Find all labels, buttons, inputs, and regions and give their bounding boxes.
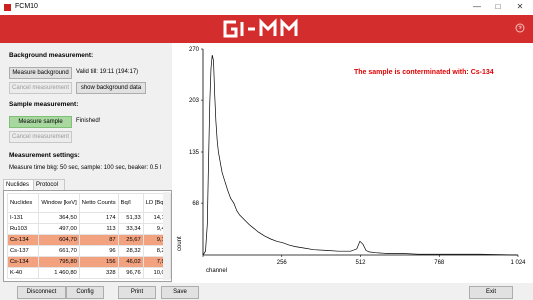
tab-protocol[interactable]: Protocol [33, 179, 65, 190]
table-cell: Cs-134 [6, 256, 40, 268]
cancel-background-button[interactable]: Cancel measurement [9, 82, 72, 94]
tab-nuclides[interactable]: Nuclides [3, 179, 37, 190]
x-tick-label: 768 [434, 260, 445, 266]
help-icon[interactable] [515, 23, 525, 33]
table-cell: 87 [78, 234, 119, 246]
y-axis-label: count [177, 236, 183, 251]
measure-sample-button[interactable]: Measure sample [9, 116, 72, 128]
table-cell: 28,32 [117, 245, 144, 257]
spectrum-chart: 68 135 203 270 256 512 768 1 024 channel count [177, 47, 526, 274]
disconnect-button[interactable]: Disconnect [17, 286, 66, 299]
table-cell: 497,00 [38, 223, 80, 235]
title-bar: FCM10 — □ ✕ [0, 0, 533, 15]
settings-section-title: Measurement settings: [9, 152, 80, 159]
sample-section-title: Sample measurement: [9, 101, 79, 108]
table-cell: 156 [78, 256, 119, 268]
y-tick-label: 68 [192, 201, 199, 207]
table-cell: 661,70 [38, 245, 80, 257]
table-cell: 364,50 [38, 212, 80, 224]
header-banner [0, 15, 533, 43]
table-cell: 46,02 [117, 256, 144, 268]
x-tick-label: 256 [277, 260, 288, 266]
table-cell: 1 460,80 [38, 267, 80, 279]
x-tick-label: 512 [355, 260, 366, 266]
y-tick-label: 270 [189, 47, 200, 53]
table-cell: Cs-134 [6, 234, 40, 246]
app-icon [4, 4, 11, 11]
table-cell: 174 [78, 212, 119, 224]
x-tick-label: 1 024 [510, 260, 526, 266]
maximize-icon[interactable]: □ [491, 1, 505, 13]
column-header-netto-counts[interactable]: Netto Counts [78, 193, 119, 213]
minimize-icon[interactable]: — [470, 1, 484, 13]
table-cell: 795,80 [38, 256, 80, 268]
nuclide-table-container: Nuclides Window [keV] Netto Counts Bq/l … [3, 190, 172, 282]
table-row[interactable]: Cs-134604,708725,679,15 [6, 234, 171, 246]
table-row[interactable]: Ru103497,0011333,349,44 [6, 223, 171, 235]
table-row[interactable]: Cs-134795,8015646,027,97 [6, 256, 171, 268]
table-cell: 96,76 [117, 267, 144, 279]
exit-button[interactable]: Exit [469, 286, 513, 299]
y-tick-label: 203 [189, 98, 200, 104]
close-icon[interactable]: ✕ [513, 1, 527, 13]
bottom-toolbar: Disconnect Config Print Save Exit [0, 283, 533, 300]
window-title: FCM10 [15, 3, 38, 10]
table-cell: 51,33 [117, 212, 144, 224]
background-valid-till: Valid till: 19:11 (194:17) [76, 69, 139, 75]
table-cell: 96 [78, 245, 119, 257]
spectrum-line [202, 55, 519, 256]
table-cell: 113 [78, 223, 119, 235]
table-row[interactable]: Cs-137661,709628,328,26 [6, 245, 171, 257]
y-tick-label: 135 [189, 150, 200, 156]
table-row[interactable]: K-40 1 460,80 328 96,76 10,03 [6, 267, 171, 279]
config-button[interactable]: Config [66, 286, 104, 299]
table-cell: 604,70 [38, 234, 80, 246]
table-row[interactable]: I-131 364,50 174 51,33 14,16 [6, 212, 171, 224]
column-header-bql[interactable]: Bq/l [117, 193, 144, 213]
column-header-window[interactable]: Window [keV] [38, 193, 80, 213]
table-cell: 328 [78, 267, 119, 279]
nuclide-table: Nuclides Window [keV] Netto Counts Bq/l … [6, 193, 171, 279]
cancel-sample-button[interactable]: Cancel measurement [9, 131, 72, 143]
x-axis-label: channel [206, 268, 227, 274]
show-background-data-button[interactable]: show background data [76, 82, 146, 94]
spectrum-chart-panel: The sample is conterminated with: Cs-134… [172, 43, 533, 283]
table-scrollbar[interactable] [163, 192, 170, 280]
column-header-nuclides[interactable]: Nuclides [6, 193, 40, 213]
table-cell: Cs-137 [6, 245, 40, 257]
table-cell: 25,67 [117, 234, 144, 246]
save-button[interactable]: Save [161, 286, 199, 299]
settings-text: Measure time bkg: 50 sec, sample: 100 se… [9, 165, 162, 171]
table-cell: K-40 [6, 267, 40, 279]
sample-status: Finished! [76, 118, 101, 124]
gimm-logo [223, 18, 298, 38]
table-cell: Ru103 [6, 223, 40, 235]
background-section-title: Background measurement: [9, 52, 94, 59]
table-cell: 33,34 [117, 223, 144, 235]
table-cell: I-131 [6, 212, 40, 224]
print-button[interactable]: Print [118, 286, 156, 299]
measure-background-button[interactable]: Measure background [9, 67, 72, 79]
